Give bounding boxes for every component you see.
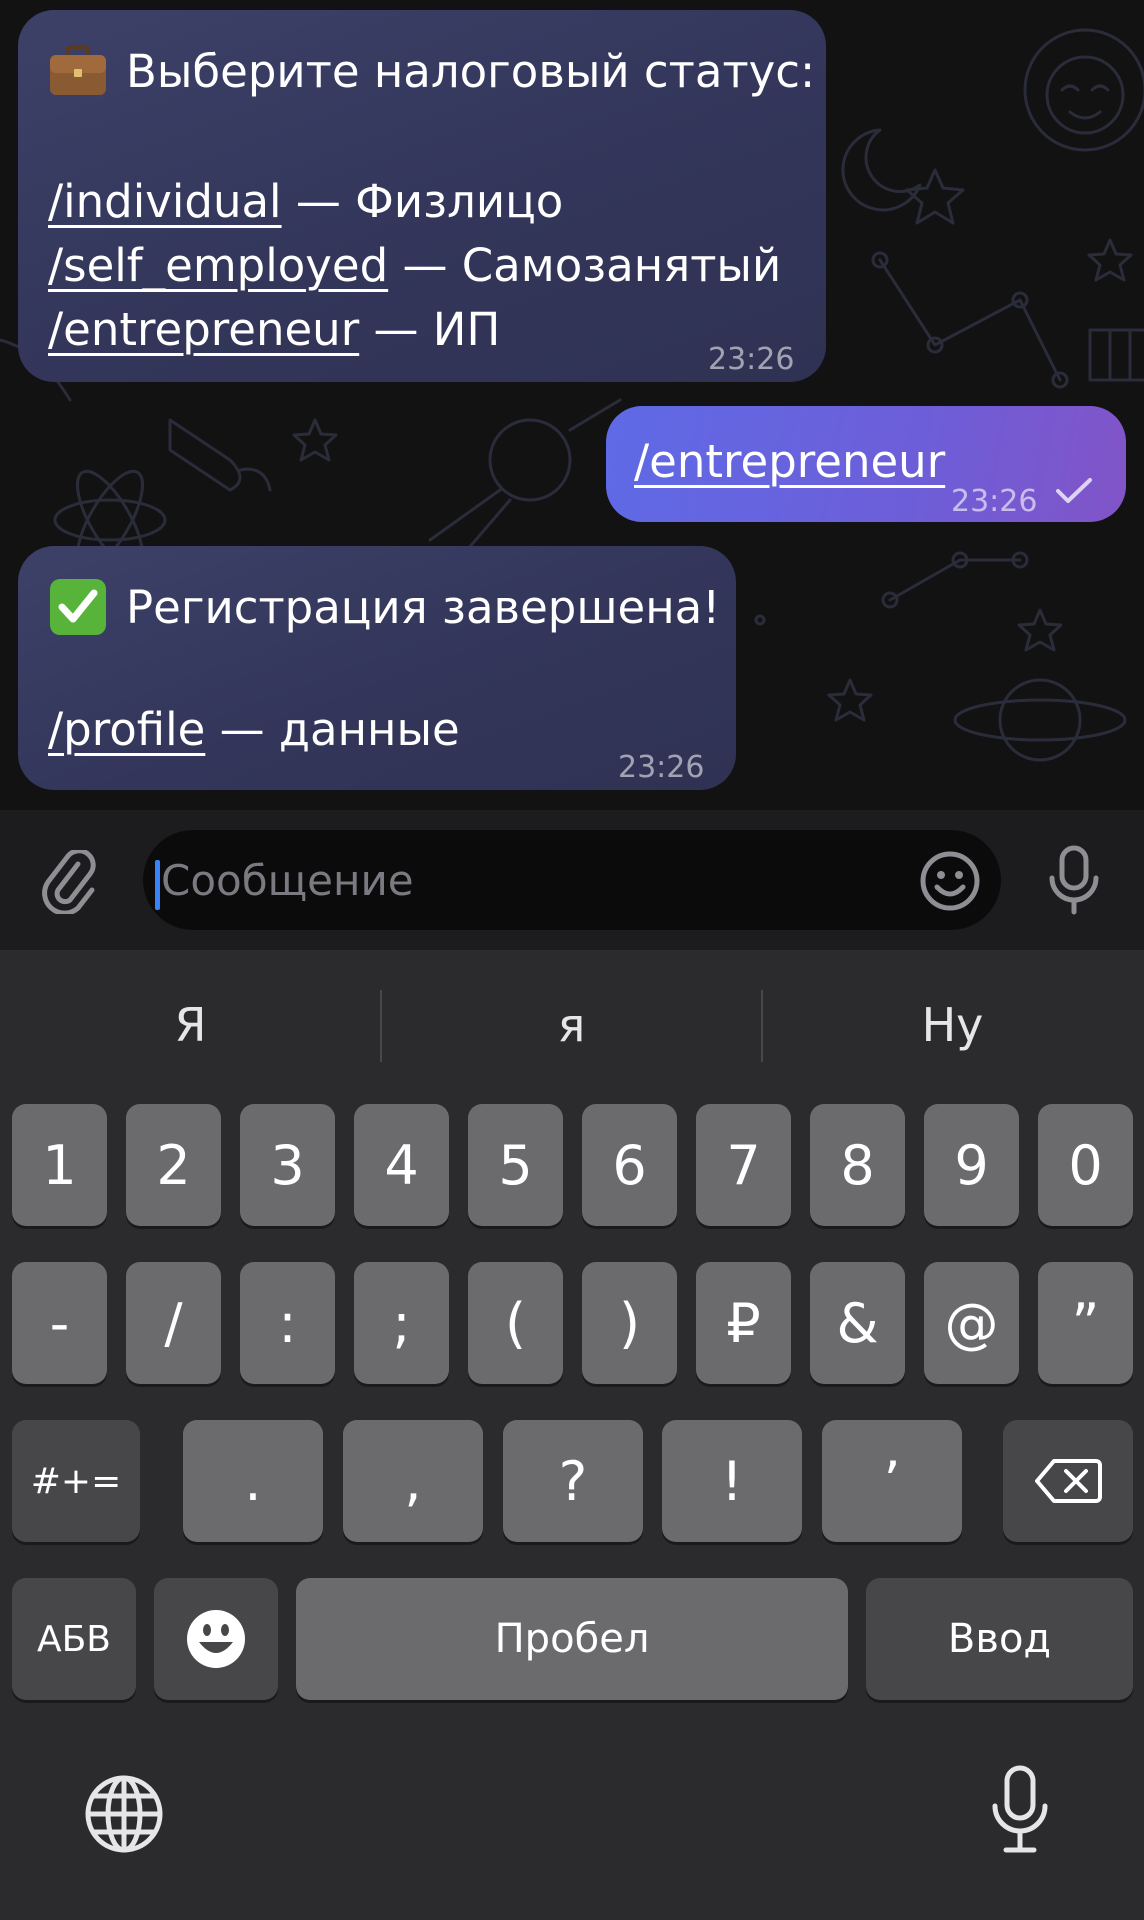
backspace-key[interactable]	[1003, 1420, 1133, 1542]
key-9[interactable]: 9	[924, 1104, 1019, 1226]
message-composer: Сообщение	[0, 810, 1144, 950]
option-description: — ИП	[359, 303, 501, 356]
key-open-paren[interactable]: (	[468, 1262, 563, 1384]
command-link-entrepreneur-sent[interactable]: /entrepreneur	[634, 430, 945, 494]
symbols-key[interactable]: #+=	[12, 1420, 140, 1542]
option-line-individual: /individual — Физлицо	[48, 170, 563, 234]
key-hyphen[interactable]: -	[12, 1262, 107, 1384]
key-ruble[interactable]: ₽	[696, 1262, 791, 1384]
globe-icon[interactable]	[82, 1772, 166, 1856]
message-heading: Регистрация завершена!	[126, 581, 721, 634]
command-link-entrepreneur[interactable]: /entrepreneur	[48, 303, 359, 356]
key-4[interactable]: 4	[354, 1104, 449, 1226]
key-1[interactable]: 1	[12, 1104, 107, 1226]
space-key[interactable]: Пробел	[296, 1578, 848, 1700]
message-input-placeholder: Сообщение	[161, 856, 414, 905]
system-keyboard: Я я Ну 1 2 3 4 5 6 7 8 9 0 - / : ; ( ) ₽…	[0, 950, 1144, 1920]
key-8[interactable]: 8	[810, 1104, 905, 1226]
option-line-profile: /profile — данные	[48, 698, 460, 762]
attach-paperclip-icon[interactable]	[40, 850, 100, 914]
chat-area[interactable]: Выберите налоговый статус: /individual —…	[0, 0, 1144, 810]
key-3[interactable]: 3	[240, 1104, 335, 1226]
key-slash[interactable]: /	[126, 1262, 221, 1384]
key-0[interactable]: 0	[1038, 1104, 1133, 1226]
option-description: — Самозанятый	[388, 239, 782, 292]
dictation-mic-icon[interactable]	[990, 1764, 1050, 1856]
letters-key[interactable]: АБВ	[12, 1578, 136, 1700]
message-time: 23:26	[708, 342, 795, 377]
backspace-icon	[1035, 1459, 1102, 1503]
key-comma[interactable]: ,	[343, 1420, 483, 1542]
command-link-self-employed[interactable]: /self_employed	[48, 239, 388, 292]
key-apostrophe[interactable]: ’	[822, 1420, 962, 1542]
read-check-icon	[1056, 478, 1092, 503]
briefcase-icon	[48, 43, 108, 99]
suggestion-1[interactable]: Я	[0, 998, 381, 1052]
option-line-self-employed: /self_employed — Самозанятый	[48, 234, 781, 298]
key-close-paren[interactable]: )	[582, 1262, 677, 1384]
smiley-icon	[187, 1610, 245, 1668]
key-ampersand[interactable]: &	[810, 1262, 905, 1384]
key-2[interactable]: 2	[126, 1104, 221, 1226]
option-description: — данные	[205, 703, 460, 756]
key-period[interactable]: .	[183, 1420, 323, 1542]
command-link-individual[interactable]: /individual	[48, 175, 282, 228]
emoji-sticker-icon[interactable]	[919, 850, 981, 912]
emoji-keyboard-key[interactable]	[154, 1578, 278, 1700]
text-caret	[155, 860, 160, 910]
option-line-entrepreneur: /entrepreneur — ИП	[48, 298, 500, 362]
key-6[interactable]: 6	[582, 1104, 677, 1226]
key-5[interactable]: 5	[468, 1104, 563, 1226]
key-exclamation[interactable]: !	[662, 1420, 802, 1542]
message-time: 23:26	[618, 750, 705, 785]
suggestion-2[interactable]: я	[381, 998, 762, 1052]
return-key[interactable]: Ввод	[866, 1578, 1133, 1700]
key-at[interactable]: @	[924, 1262, 1019, 1384]
key-quote[interactable]: ”	[1038, 1262, 1133, 1384]
command-link-profile[interactable]: /profile	[48, 703, 205, 756]
message-heading: Выберите налоговый статус:	[126, 45, 816, 98]
key-colon[interactable]: :	[240, 1262, 335, 1384]
check-mark-icon	[48, 579, 108, 635]
incoming-message-registration: Регистрация завершена! /profile — данные…	[18, 546, 736, 790]
outgoing-message: /entrepreneur 23:26	[606, 406, 1126, 522]
key-7[interactable]: 7	[696, 1104, 791, 1226]
incoming-message-tax-status: Выберите налоговый статус: /individual —…	[18, 10, 826, 382]
option-description: — Физлицо	[281, 175, 564, 228]
key-question[interactable]: ?	[503, 1420, 643, 1542]
key-semicolon[interactable]: ;	[354, 1262, 449, 1384]
message-input[interactable]: Сообщение	[143, 830, 1001, 930]
voice-message-mic-icon[interactable]	[1046, 844, 1102, 916]
suggestion-3[interactable]: Ну	[762, 998, 1143, 1052]
message-time: 23:26	[951, 484, 1038, 519]
